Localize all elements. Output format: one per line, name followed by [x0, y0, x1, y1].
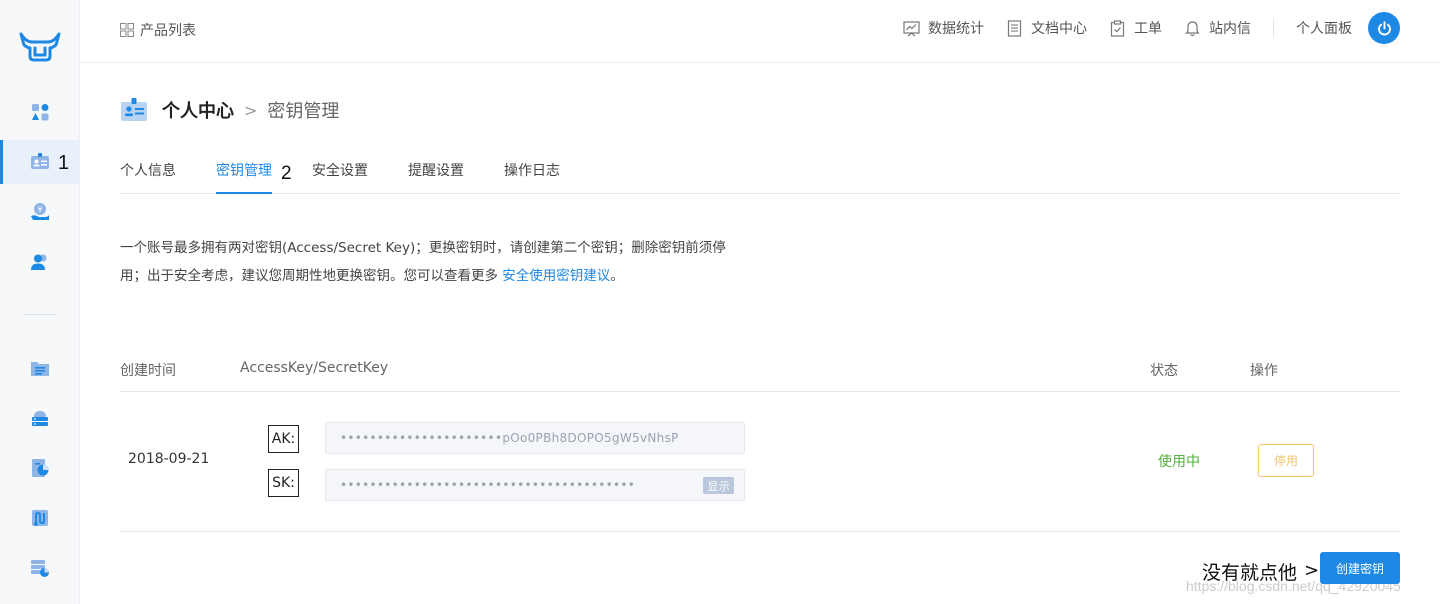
- tab-operation-log[interactable]: 操作日志: [504, 160, 560, 180]
- ticket-label: 工单: [1134, 21, 1162, 37]
- table-header: 创建时间 AccessKey/SecretKey 状态 操作: [120, 350, 1400, 392]
- breadcrumb-separator: >: [244, 100, 258, 120]
- table-row: 2018-09-21 AK: ••••••••••••••••••••••pOo…: [120, 392, 1400, 532]
- tab-personal-info[interactable]: 个人信息: [120, 160, 176, 180]
- ticket-icon: [1110, 19, 1125, 37]
- ticket-link[interactable]: 工单: [1109, 18, 1162, 38]
- access-key-value: ••••••••••••••••••••••pOo0PBh8DOPO5gW5vN…: [340, 431, 679, 445]
- id-card-icon: [121, 98, 147, 121]
- product-list-link[interactable]: 产品列表: [120, 20, 196, 40]
- apps-icon: [32, 104, 49, 121]
- breadcrumb: 个人中心 > 密钥管理: [120, 96, 339, 124]
- stats-label: 数据统计: [928, 21, 984, 37]
- user-icon: [31, 254, 47, 270]
- sidebar-item-flow[interactable]: [0, 496, 80, 540]
- topbar-separator: [1273, 19, 1274, 37]
- header-actions: 操作: [1250, 363, 1278, 379]
- breadcrumb-root[interactable]: 个人中心: [162, 97, 234, 123]
- breadcrumb-current: 密钥管理: [267, 101, 340, 122]
- product-list-label: 产品列表: [140, 23, 196, 39]
- description-line-2: 用；出于安全考虑，建议您周期性地更换密钥。您可以查看更多 安全使用密钥建议。: [120, 268, 624, 284]
- sidebar-item-users[interactable]: [0, 240, 80, 284]
- annotation-number-2: 2: [281, 163, 292, 184]
- id-card-icon: [31, 153, 49, 169]
- sidebar-item-cloud-storage[interactable]: [0, 396, 80, 440]
- header-created-time: 创建时间: [120, 363, 176, 379]
- svg-text:¥: ¥: [37, 205, 42, 214]
- active-tab-indicator: [216, 192, 272, 194]
- tab-key-management[interactable]: 密钥管理: [216, 160, 272, 180]
- sidebar-item-analytics[interactable]: [0, 546, 80, 590]
- messages-link[interactable]: 站内信: [1184, 18, 1251, 38]
- secret-key-field: ••••••••••••••••••••••••••••••••••••••••…: [325, 469, 745, 501]
- grid-icon: [120, 23, 134, 37]
- header-status: 状态: [1150, 363, 1178, 379]
- show-secret-button[interactable]: 显示: [703, 477, 734, 494]
- avatar[interactable]: [1368, 12, 1400, 44]
- bell-icon: [1185, 20, 1200, 36]
- create-key-button[interactable]: 创建密钥: [1320, 552, 1400, 584]
- report-icon: [32, 459, 49, 477]
- logo-icon[interactable]: [18, 28, 62, 62]
- document-icon: [1007, 19, 1022, 37]
- sidebar-item-reports[interactable]: [0, 446, 80, 490]
- power-icon: [1377, 20, 1391, 35]
- folder-icon: [31, 362, 49, 376]
- sidebar-item-billing[interactable]: ¥: [0, 190, 80, 234]
- access-key-field: ••••••••••••••••••••••pOo0PBh8DOPO5gW5vN…: [325, 422, 745, 454]
- sidebar-divider: [24, 314, 56, 315]
- personal-panel-label: 个人面板: [1296, 21, 1352, 37]
- cloud-server-icon: [32, 411, 48, 426]
- tab-reminders[interactable]: 提醒设置: [408, 160, 464, 180]
- tab-bar: 个人信息 密钥管理 安全设置 提醒设置 操作日志 2: [120, 146, 1400, 194]
- chart-icon: [903, 20, 920, 36]
- docs-label: 文档中心: [1031, 21, 1087, 37]
- sk-label: SK:: [268, 469, 299, 497]
- secret-key-value: ••••••••••••••••••••••••••••••••••••••••: [340, 478, 636, 492]
- tab-security[interactable]: 安全设置: [312, 160, 368, 180]
- database-chart-icon: [31, 560, 49, 577]
- disable-key-button[interactable]: 停用: [1258, 444, 1314, 477]
- ak-label: AK:: [268, 425, 299, 453]
- key-policy-description: 一个账号最多拥有两对密钥(Access/Secret Key)；更换密钥时，请创…: [120, 234, 750, 290]
- header-keys: AccessKey/SecretKey: [240, 360, 389, 376]
- sidebar-item-products[interactable]: [0, 90, 80, 134]
- annotation-number-1: 1: [58, 152, 70, 174]
- created-date: 2018-09-21: [128, 451, 210, 467]
- sidebar-item-files[interactable]: [0, 346, 80, 390]
- docs-link[interactable]: 文档中心: [1006, 18, 1087, 38]
- yuan-hand-icon: ¥: [31, 203, 49, 220]
- topbar: 产品列表 数据统计 文档中心 工单 站内信 个人面板: [80, 0, 1440, 63]
- security-advice-link[interactable]: 安全使用密钥建议: [502, 268, 610, 284]
- personal-panel-link[interactable]: 个人面板: [1296, 12, 1400, 44]
- description-line-1: 一个账号最多拥有两对密钥(Access/Secret Key)；更换密钥时，请创…: [120, 240, 726, 256]
- stats-link[interactable]: 数据统计: [903, 18, 984, 38]
- sidebar: 1 ¥: [0, 0, 80, 604]
- status-badge: 使用中: [1158, 454, 1200, 470]
- messages-label: 站内信: [1209, 21, 1251, 37]
- top-actions: 数据统计 文档中心 工单 站内信 个人面板: [881, 12, 1400, 44]
- flow-icon: [32, 510, 48, 526]
